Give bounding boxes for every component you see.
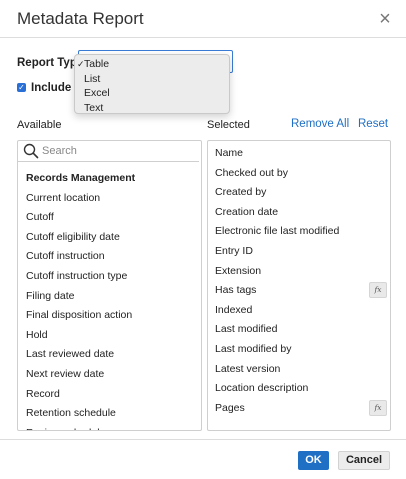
report-type-option-label: Table <box>84 58 110 70</box>
selected-item-label: Latest version <box>215 362 281 375</box>
selected-item-label: Checked out by <box>215 166 288 179</box>
available-item[interactable]: Retention schedule <box>26 406 196 426</box>
group-header: Records Management <box>26 172 136 184</box>
ok-button[interactable]: OK <box>298 451 329 470</box>
selected-item-label: Has tags <box>215 284 257 297</box>
selected-item-label: Entry ID <box>215 244 253 257</box>
selected-item-label: Pages <box>215 401 245 414</box>
header-divider <box>0 37 406 38</box>
selected-item[interactable]: Indexed <box>215 303 387 323</box>
include-checkbox[interactable]: ✓ <box>17 83 26 92</box>
remove-all-link[interactable]: Remove All <box>291 118 349 130</box>
available-item[interactable]: Cutoff instruction <box>26 249 196 269</box>
selected-item-label: Indexed <box>215 303 253 316</box>
formula-button[interactable]: fx <box>369 399 387 416</box>
report-type-option[interactable]: ✓ Table <box>75 57 229 72</box>
available-item[interactable]: Review schedule <box>26 426 196 430</box>
selected-item[interactable]: Latest version <box>215 362 387 382</box>
search-box <box>18 141 199 162</box>
available-item[interactable]: Cutoff <box>26 210 196 230</box>
selected-item-label: Electronic file last modified <box>215 225 340 238</box>
report-type-option[interactable]: List <box>75 72 229 87</box>
selected-item-label: Extension <box>215 264 262 277</box>
available-label: Available <box>17 119 62 131</box>
available-item[interactable]: Hold <box>26 328 196 348</box>
footer-divider <box>0 439 406 440</box>
available-item[interactable]: Next review date <box>26 367 196 387</box>
report-type-option-label: List <box>84 72 101 85</box>
search-input[interactable] <box>42 143 192 159</box>
report-type-option-label: Text <box>84 101 104 114</box>
selected-item-label: Creation date <box>215 205 279 218</box>
available-item[interactable]: Filing date <box>26 289 196 309</box>
selected-item[interactable]: Last modified <box>215 322 387 342</box>
selected-list: Name Checked out by Created by Creation dat… <box>215 146 387 420</box>
selected-item-label: Created by <box>215 186 267 199</box>
selected-item[interactable]: Location description <box>215 381 387 401</box>
selected-item[interactable]: Has tags fx <box>215 282 387 303</box>
selected-item-label: Last modified <box>215 323 278 336</box>
reset-link[interactable]: Reset <box>358 118 388 130</box>
available-item[interactable]: Final disposition action <box>26 308 196 328</box>
selected-item[interactable]: Last modified by <box>215 342 387 362</box>
close-icon[interactable]: × <box>377 9 393 29</box>
search-icon <box>23 143 39 159</box>
selected-item[interactable]: Electronic file last modified <box>215 224 387 244</box>
selected-item[interactable]: Pages fx <box>215 399 387 421</box>
selected-item-label: Name <box>215 147 244 159</box>
selected-item-label: Location description <box>215 382 309 395</box>
selected-item[interactable]: Extension <box>215 264 387 284</box>
selected-item[interactable]: Checked out by <box>215 166 387 186</box>
metadata-report-dialog: Metadata Report × Report Type ✓ Include … <box>0 0 406 479</box>
selected-item[interactable]: Creation date <box>215 205 387 225</box>
available-item[interactable]: Cutoff instruction type <box>26 269 196 289</box>
selected-item[interactable]: Entry ID <box>215 244 387 264</box>
available-item[interactable]: Current location <box>26 191 196 211</box>
selected-panel: Name Checked out by Created by Creation dat… <box>207 140 391 431</box>
selected-item[interactable]: Name <box>215 146 387 166</box>
selected-item[interactable]: Created by <box>215 185 387 205</box>
available-list: Records Management Current location Cutoff… <box>26 171 196 430</box>
report-type-option[interactable]: Excel <box>75 86 229 101</box>
report-type-dropdown: ✓ Table List Excel Text <box>74 54 230 114</box>
checkmark-icon: ✓ <box>77 59 85 69</box>
selected-item-label: Last modified by <box>215 342 292 355</box>
available-item[interactable]: Record <box>26 387 196 407</box>
selected-label: Selected <box>207 119 250 131</box>
dialog-title: Metadata Report <box>17 9 144 28</box>
formula-button[interactable]: fx <box>369 282 387 299</box>
report-type-option[interactable]: Text <box>75 101 229 116</box>
report-type-option-label: Excel <box>84 87 110 99</box>
available-item[interactable]: Cutoff eligibility date <box>26 230 196 250</box>
available-item[interactable]: Last reviewed date <box>26 347 196 367</box>
available-panel: Records ManagementCurrent locationCutoff… <box>17 140 202 431</box>
cancel-button[interactable]: Cancel <box>338 451 390 470</box>
